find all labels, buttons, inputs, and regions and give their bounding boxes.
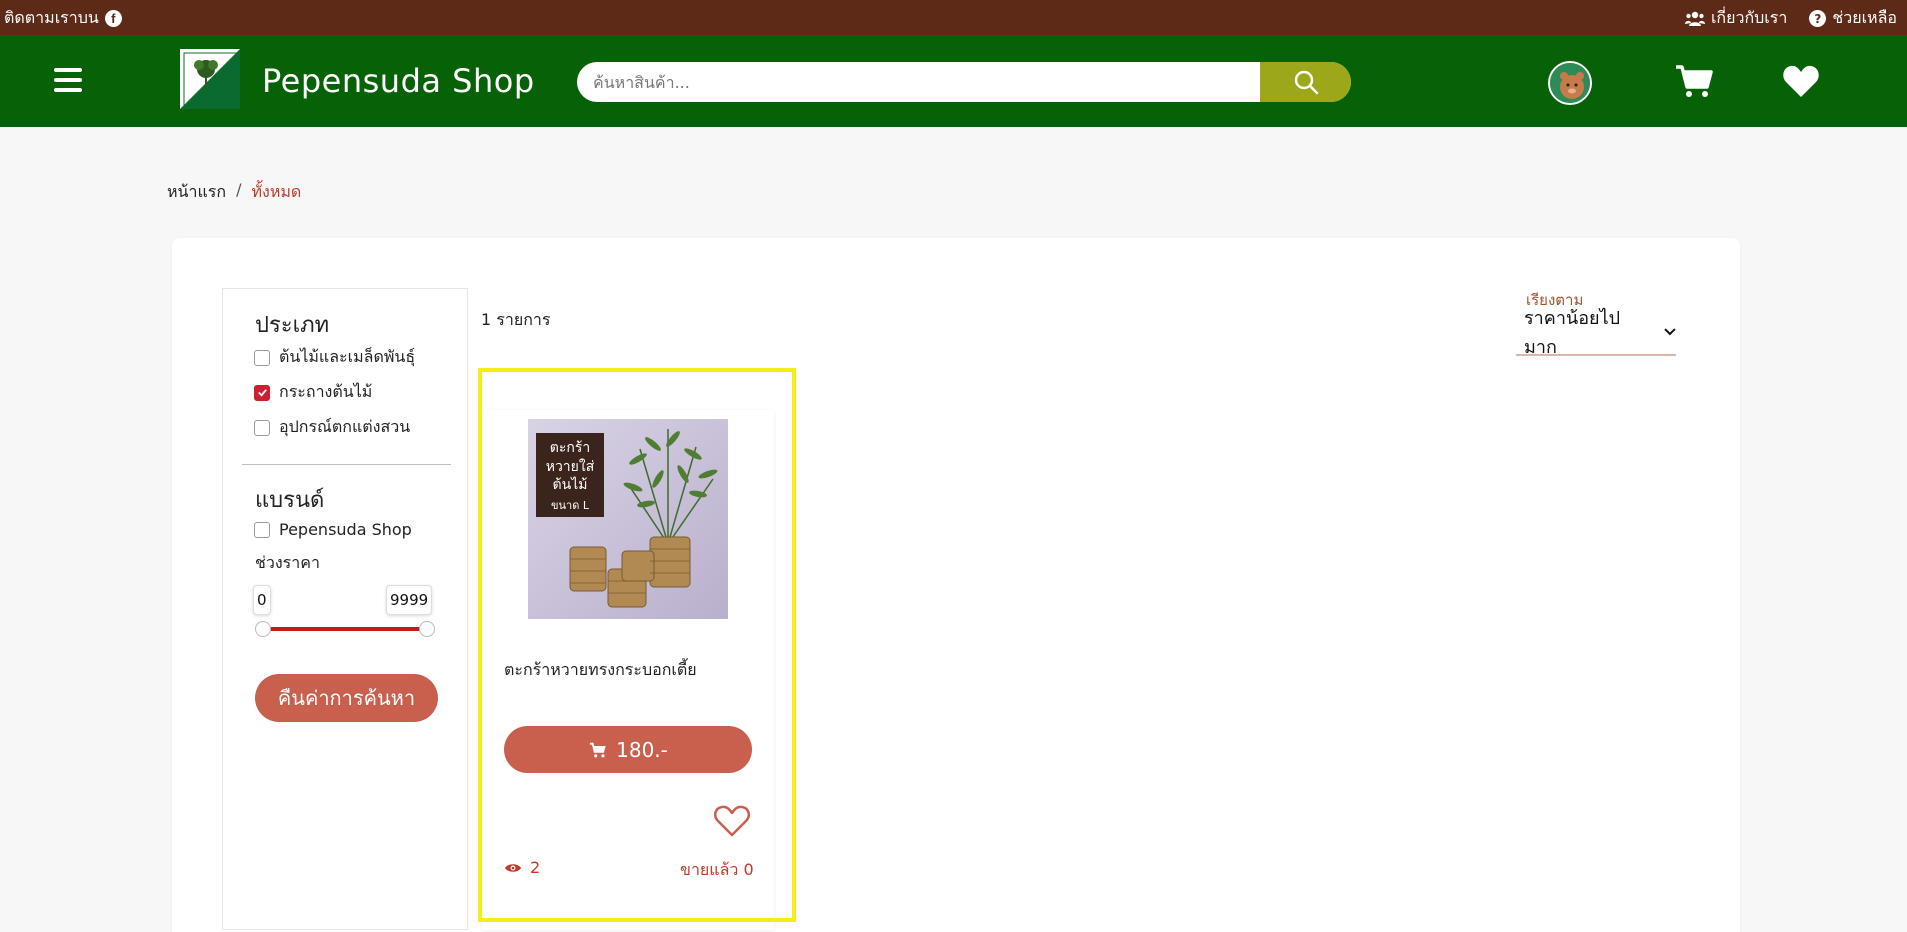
users-icon xyxy=(1684,11,1705,26)
reset-search-button[interactable]: คืนค่าการค้นหา xyxy=(255,674,438,722)
category-filter-pots[interactable]: กระถางต้นไม้ xyxy=(254,380,372,405)
category-label: อุปกรณ์ตกแต่งสวน xyxy=(279,417,411,436)
help-label: ช่วยเหลือ xyxy=(1832,8,1897,27)
breadcrumb: หน้าแรก / ทั้งหมด xyxy=(167,180,301,205)
category-filter-plants[interactable]: ต้นไม้และเมล็ดพันธุ์ xyxy=(254,345,415,370)
facebook-icon[interactable]: f xyxy=(104,10,122,27)
top-bar: ติดตามเราบน f เกี่ยวกับเรา ? ช่วยเหลือ xyxy=(0,0,1907,35)
result-count: 1 รายการ xyxy=(481,310,551,329)
avatar-image xyxy=(1550,63,1590,103)
question-icon: ? xyxy=(1809,10,1827,27)
price-range-track xyxy=(259,627,427,631)
breadcrumb-current: ทั้งหมด xyxy=(251,182,302,201)
price-min-value: 0 xyxy=(253,585,271,615)
help-link[interactable]: ? ช่วยเหลือ xyxy=(1809,6,1897,31)
checkbox[interactable] xyxy=(254,349,270,366)
menu-icon[interactable] xyxy=(54,68,82,92)
search-button[interactable] xyxy=(1260,62,1351,102)
price-max-value: 9999 xyxy=(386,585,433,615)
price-range-title: ช่วงราคา xyxy=(255,553,320,572)
sort-select[interactable]: ราคาน้อยไปมาก xyxy=(1516,308,1676,358)
follow-us[interactable]: ติดตามเราบน f xyxy=(4,6,122,31)
category-label: ต้นไม้และเมล็ดพันธุ์ xyxy=(279,347,416,366)
category-label: กระถางต้นไม้ xyxy=(279,382,373,401)
category-filter-garden-decor[interactable]: อุปกรณ์ตกแต่งสวน xyxy=(254,415,410,440)
cart-icon[interactable] xyxy=(1674,61,1714,101)
logo-image xyxy=(180,49,240,109)
brand-label: Pepensuda Shop xyxy=(279,520,412,539)
main-header: Pepensuda Shop xyxy=(0,35,1907,127)
price-min-handle[interactable] xyxy=(255,621,271,637)
price-max-handle[interactable] xyxy=(419,621,435,637)
highlight-box xyxy=(478,368,796,922)
about-link[interactable]: เกี่ยวกับเรา xyxy=(1684,6,1788,31)
category-title: ประเภท xyxy=(255,313,330,338)
chevron-down-icon xyxy=(1664,328,1676,336)
shop-logo[interactable] xyxy=(180,49,240,109)
breadcrumb-separator: / xyxy=(236,180,242,199)
brand-title: แบรนด์ xyxy=(255,488,325,513)
filter-sidebar: ประเภท ต้นไม้และเมล็ดพันธุ์ กระถางต้นไม้… xyxy=(222,288,468,930)
user-avatar[interactable] xyxy=(1548,61,1592,105)
brand-filter-pepensuda[interactable]: Pepensuda Shop xyxy=(254,520,412,539)
brand-name[interactable]: Pepensuda Shop xyxy=(262,62,535,100)
search-icon xyxy=(1294,70,1318,95)
filter-divider xyxy=(242,464,451,465)
checkbox[interactable] xyxy=(254,419,270,436)
checkbox[interactable] xyxy=(254,521,270,538)
search-bar xyxy=(577,62,1351,102)
sort-value: ราคาน้อยไปมาก xyxy=(1524,308,1621,358)
wishlist-icon[interactable] xyxy=(1782,63,1820,99)
check-icon xyxy=(257,389,267,397)
search-input[interactable] xyxy=(577,62,1260,102)
follow-text: ติดตามเราบน xyxy=(4,8,99,27)
checkbox-checked[interactable] xyxy=(254,384,270,401)
breadcrumb-home[interactable]: หน้าแรก xyxy=(167,180,226,205)
about-label: เกี่ยวกับเรา xyxy=(1710,8,1788,27)
